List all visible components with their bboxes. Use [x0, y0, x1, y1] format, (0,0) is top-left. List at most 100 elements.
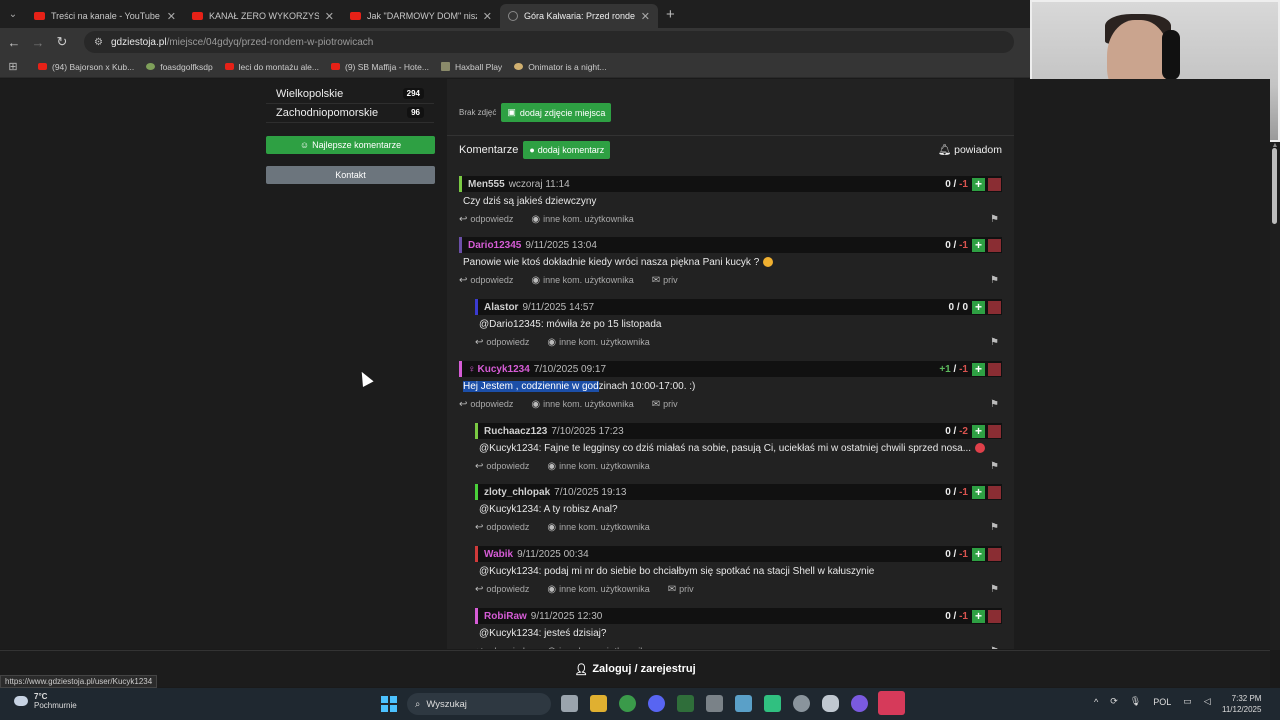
scrollbar-thumb[interactable]	[1272, 148, 1277, 224]
downvote-button[interactable]	[988, 547, 1001, 561]
forward-icon[interactable]: →	[26, 35, 50, 50]
comment-author[interactable]: Kucyk1234	[478, 364, 530, 375]
tab-search-icon[interactable]: ⌄	[0, 0, 26, 28]
report-flag-icon[interactable]: ⚑	[990, 646, 999, 650]
printer-icon[interactable]	[706, 695, 723, 712]
comment-author[interactable]: zloty_chlopak	[484, 487, 550, 498]
bookmark-item[interactable]: Haxball Play	[440, 62, 502, 72]
close-tab-icon[interactable]: ✕	[167, 10, 176, 23]
reply-button[interactable]: ↩odpowiedz	[459, 275, 513, 286]
comment-author[interactable]: RobiRaw	[484, 611, 527, 622]
start-button-icon[interactable]	[381, 696, 397, 712]
browser-tab[interactable]: Treści na kanale - YouTube Studio ✕	[26, 4, 184, 28]
capcut-icon[interactable]	[878, 691, 905, 715]
upvote-button[interactable]: +	[972, 238, 985, 252]
reply-button[interactable]: ↩odpowiedz	[475, 584, 529, 595]
upvote-button[interactable]: +	[972, 609, 985, 623]
region-item-wielkopolskie[interactable]: Wielkopolskie 294	[266, 84, 434, 104]
other-comments-button[interactable]: ◉inne kom. użytkownika	[547, 522, 649, 533]
other-comments-button[interactable]: ◉inne kom. użytkownika	[531, 399, 633, 410]
downvote-button[interactable]	[988, 609, 1001, 623]
excel-icon[interactable]	[677, 695, 694, 712]
other-comments-button[interactable]: ◉inne kom. użytkownika	[531, 275, 633, 286]
bookmark-item[interactable]: leci do montażu ale...	[224, 62, 319, 72]
best-comments-button[interactable]: ☺ Najlepsze komentarze	[266, 136, 435, 154]
upvote-button[interactable]: +	[972, 547, 985, 561]
microphone-icon[interactable]: 🎙︎	[1130, 696, 1141, 707]
chrome-icon[interactable]	[619, 695, 636, 712]
other-comments-button[interactable]: ◉inne kom. użytkownika	[531, 214, 633, 225]
comment-author[interactable]: Ruchaacz123	[484, 426, 547, 437]
downvote-button[interactable]	[988, 362, 1001, 376]
back-icon[interactable]: ←	[2, 35, 26, 50]
new-tab-button[interactable]: +	[666, 6, 675, 23]
refresh-icon[interactable]: ⟳	[1110, 696, 1118, 707]
app-icon[interactable]	[822, 695, 839, 712]
downvote-button[interactable]	[988, 238, 1001, 252]
contact-button[interactable]: Kontakt	[266, 166, 435, 184]
reply-button[interactable]: ↩odpowiedz	[475, 337, 529, 348]
bookmark-item[interactable]: foasdgolfksdp	[146, 62, 213, 72]
region-item-zachodniopomorskie[interactable]: Zachodniopomorskie 96	[266, 103, 434, 123]
upvote-button[interactable]: +	[972, 177, 985, 191]
other-comments-button[interactable]: ◉inne kom. użytkownika	[547, 461, 649, 472]
file-explorer-icon[interactable]	[590, 695, 607, 712]
add-comment-button[interactable]: ● dodaj komentarz	[523, 140, 611, 159]
upvote-button[interactable]: +	[972, 485, 985, 499]
reply-button[interactable]: ↩odpowiedz	[459, 214, 513, 225]
bookmark-item[interactable]: Onimator is a night...	[514, 62, 607, 72]
reply-button[interactable]: ↩odpowiedz	[475, 646, 529, 650]
other-comments-button[interactable]: ◉inne kom. użytkownika	[547, 584, 649, 595]
reply-button[interactable]: ↩odpowiedz	[475, 522, 529, 533]
comment-author[interactable]: Wabik	[484, 549, 513, 560]
browser-tab[interactable]: Góra Kalwaria: Przed rondem w ✕	[500, 4, 658, 28]
reload-icon[interactable]: ↻	[50, 34, 74, 50]
upvote-button[interactable]: +	[972, 424, 985, 438]
other-comments-button[interactable]: ◉inne kom. użytkownika	[547, 337, 649, 348]
bookmark-item[interactable]: (9) SB Maffija - Hote...	[331, 62, 429, 72]
close-tab-icon[interactable]: ✕	[483, 10, 492, 23]
chevron-up-icon[interactable]: ^	[1094, 697, 1098, 707]
priv-button[interactable]: ✉ priv	[652, 275, 678, 286]
taskbar-search[interactable]: ⌕ Wyszukaj	[407, 693, 551, 715]
close-tab-icon[interactable]: ✕	[325, 10, 334, 23]
address-bar[interactable]: ⚙ gdziestoja.pl/miejsce/04gdyq/przed-ron…	[84, 31, 1014, 53]
login-bar[interactable]: 👤︎ Zaloguj / zarejestruj	[0, 650, 1270, 687]
obs-icon[interactable]	[851, 695, 868, 712]
site-info-icon[interactable]: ⚙	[94, 37, 103, 48]
clock[interactable]: 7:32 PM 11/12/2025	[1222, 693, 1261, 715]
volume-icon[interactable]: ◁	[1204, 696, 1211, 707]
comment-author[interactable]: Men555	[468, 179, 505, 190]
report-flag-icon[interactable]: ⚑	[990, 461, 999, 472]
reply-button[interactable]: ↩odpowiedz	[459, 399, 513, 410]
report-flag-icon[interactable]: ⚑	[990, 399, 999, 410]
discord-icon[interactable]	[648, 695, 665, 712]
add-photo-button[interactable]: ▣ dodaj zdjęcie miejsca	[501, 103, 612, 122]
photos-icon[interactable]	[735, 695, 752, 712]
report-flag-icon[interactable]: ⚑	[990, 584, 999, 595]
network-icon[interactable]: ▭	[1183, 696, 1192, 707]
priv-button[interactable]: ✉ priv	[652, 399, 678, 410]
browser-tab[interactable]: KANAŁ ZERO WYKORZYSTANY ✕	[184, 4, 342, 28]
downvote-button[interactable]	[988, 485, 1001, 499]
comment-author[interactable]: Dario12345	[468, 240, 521, 251]
apps-grid-icon[interactable]: ⊞	[0, 60, 26, 73]
page-scrollbar[interactable]: ▲	[1270, 142, 1280, 650]
comment-author[interactable]: Alastor	[484, 302, 518, 313]
weather-widget[interactable]: 7°C Pochmurnie	[14, 692, 77, 710]
downvote-button[interactable]	[988, 300, 1001, 314]
reply-button[interactable]: ↩odpowiedz	[475, 461, 529, 472]
close-tab-icon[interactable]: ✕	[641, 10, 650, 23]
downvote-button[interactable]	[988, 424, 1001, 438]
report-flag-icon[interactable]: ⚑	[990, 214, 999, 225]
task-view-icon[interactable]	[561, 695, 578, 712]
other-comments-button[interactable]: ◉inne kom. użytkownika	[547, 646, 649, 650]
browser-tab[interactable]: Jak "DARMOWY DOM" niszczy ✕	[342, 4, 500, 28]
upvote-button[interactable]: +	[972, 300, 985, 314]
notify-button[interactable]: 🔔︎ powiadom	[938, 143, 1002, 156]
downvote-button[interactable]	[988, 177, 1001, 191]
settings-icon[interactable]	[793, 695, 810, 712]
report-flag-icon[interactable]: ⚑	[990, 522, 999, 533]
language-indicator[interactable]: POL	[1153, 697, 1171, 707]
report-flag-icon[interactable]: ⚑	[990, 275, 999, 286]
